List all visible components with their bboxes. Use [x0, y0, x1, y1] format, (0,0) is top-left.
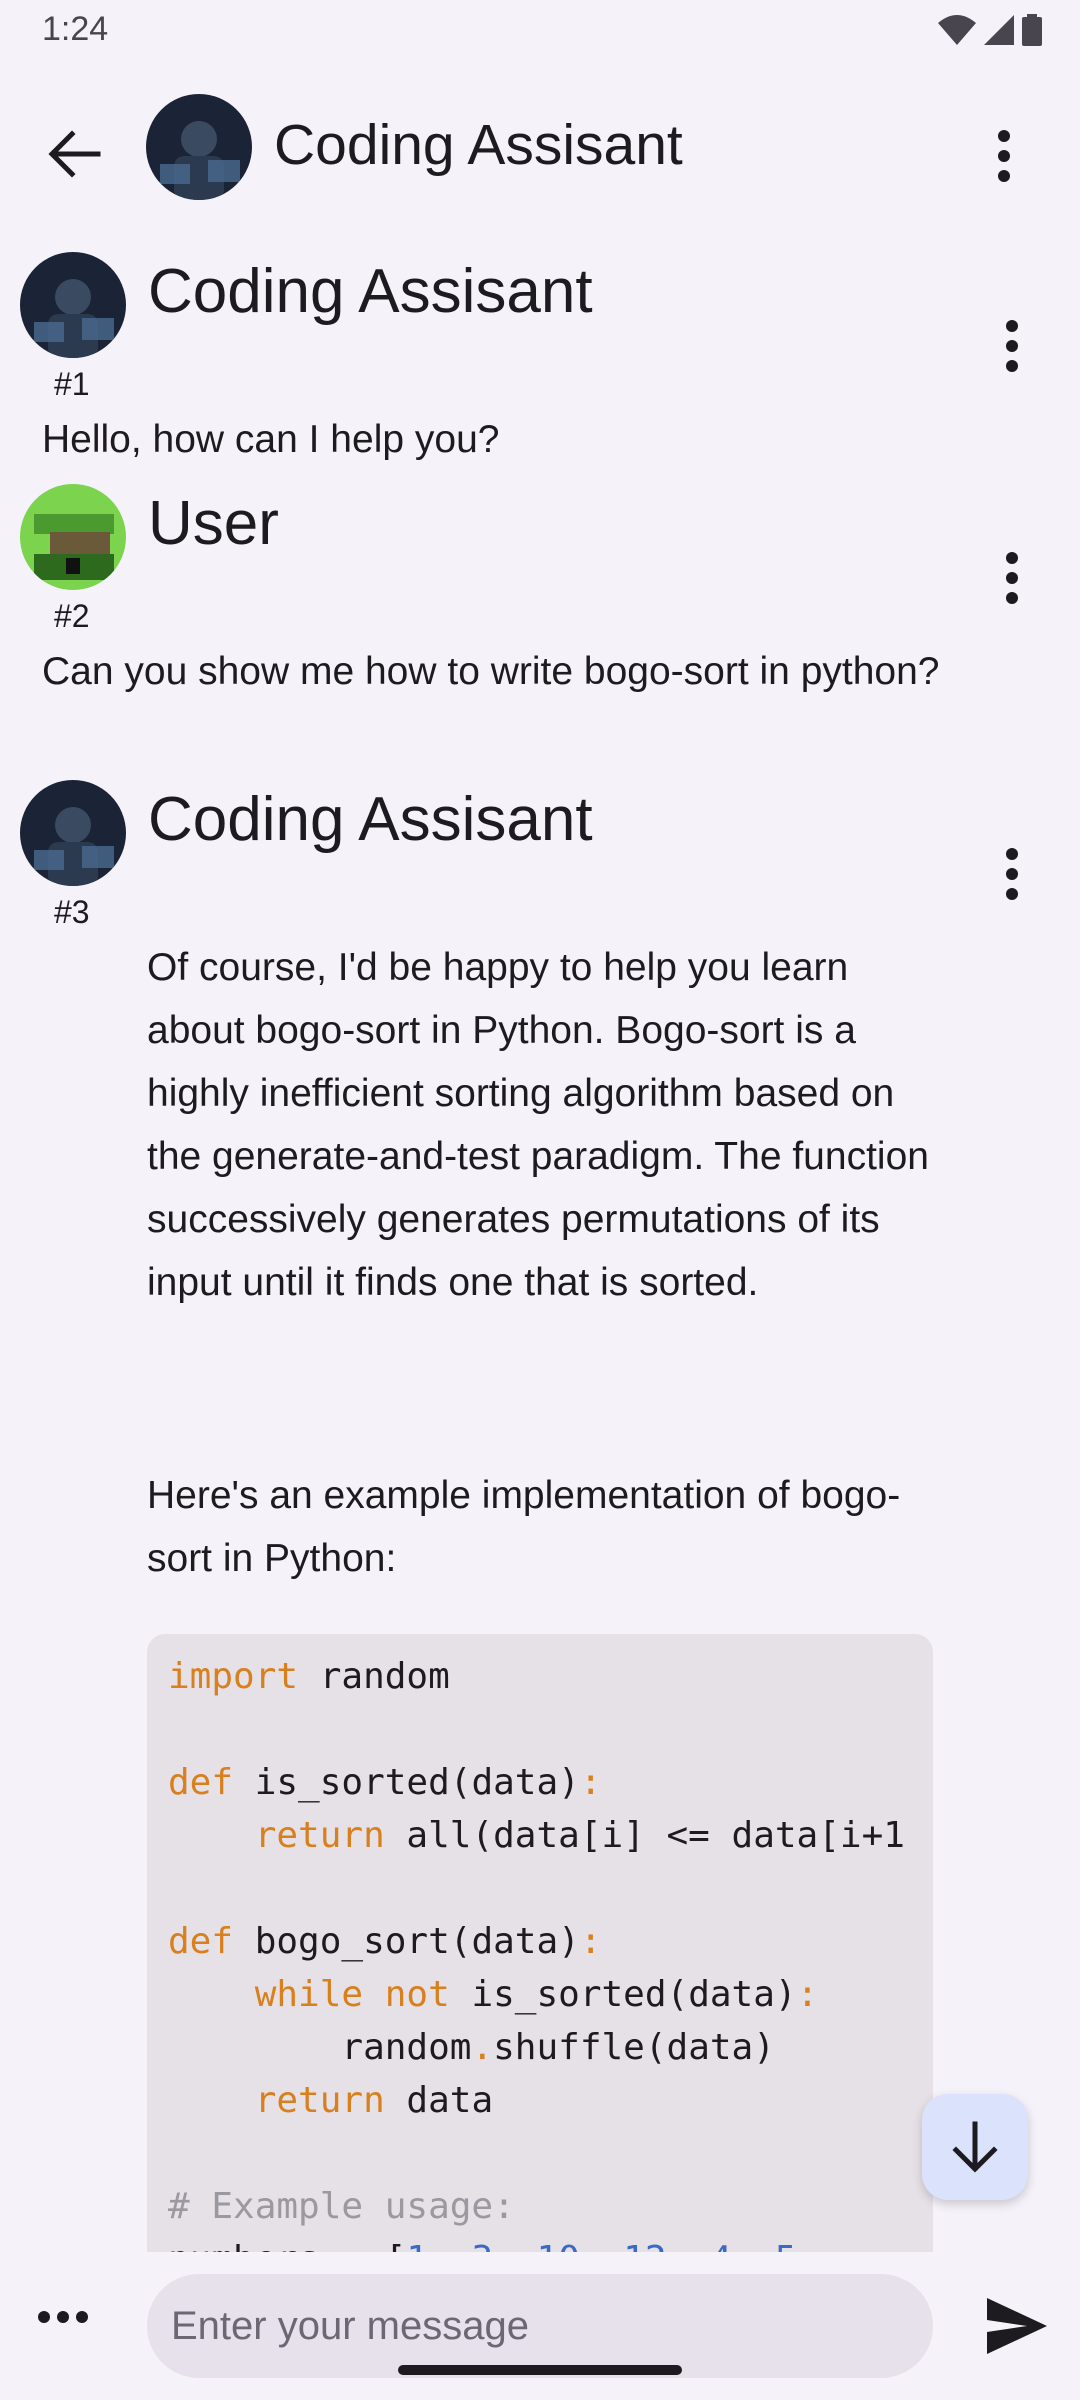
page-title: Coding Assisant [274, 113, 683, 177]
home-indicator[interactable] [398, 2365, 682, 2375]
message-number: #2 [54, 598, 90, 634]
status-bar: 1:24 [0, 0, 1080, 62]
message-text: Hello, how can I help you? [42, 418, 500, 461]
message-text: Can you show me how to write bogo-sort i… [42, 650, 940, 693]
signal-icon [984, 15, 1014, 45]
code-line: def is_sorted(data): [168, 1762, 602, 1803]
assistant-avatar[interactable] [146, 94, 252, 200]
code-line: import random [168, 1656, 450, 1697]
message-sender: User [148, 489, 279, 558]
code-line: # Example usage: [168, 2186, 515, 2227]
app-bar: Coding Assisant [0, 62, 1080, 230]
message-sender: Coding Assisant [148, 257, 593, 326]
code-block[interactable]: import random def is_sorted(data): retur… [147, 1634, 933, 2252]
message-number: #1 [54, 366, 90, 402]
wifi-icon [938, 15, 976, 45]
message-number: #3 [54, 894, 90, 930]
assistant-avatar[interactable] [20, 780, 126, 886]
back-arrow-icon[interactable] [40, 120, 108, 188]
code-line: return all(data[i] <= data[i+1 [254, 1815, 905, 1856]
user-avatar[interactable] [20, 484, 126, 590]
message-paragraph: Of course, I'd be happy to help you lear… [147, 946, 929, 1304]
scroll-down-button[interactable] [922, 2094, 1028, 2200]
code-line: while not is_sorted(data): [254, 1974, 819, 2015]
more-vert-icon[interactable] [976, 120, 1032, 192]
message-more-vert-icon[interactable] [984, 310, 1040, 382]
code-line: return data [254, 2080, 494, 2121]
more-horiz-icon[interactable] [30, 2292, 96, 2342]
code-line: numbers = [1, 3, 10, 12, 4, 5 [168, 2239, 797, 2252]
status-icons [938, 14, 1042, 46]
battery-icon [1022, 14, 1042, 46]
send-icon[interactable] [985, 2294, 1049, 2358]
message-more-vert-icon[interactable] [984, 838, 1040, 910]
status-time: 1:24 [42, 10, 109, 48]
code-line: def bogo_sort(data): [168, 1921, 602, 1962]
message-sender: Coding Assisant [148, 785, 593, 854]
arrow-down-icon [952, 2121, 998, 2173]
message-more-vert-icon[interactable] [984, 542, 1040, 614]
assistant-avatar[interactable] [20, 252, 126, 358]
message-list[interactable]: Coding Assisant #1 Hello, how can I help… [0, 230, 1080, 2252]
message-paragraph: Here's an example implementation of bogo… [147, 1474, 901, 1580]
code-line: random.shuffle(data) [168, 2027, 775, 2068]
message-input[interactable] [147, 2274, 933, 2378]
composer [0, 2252, 1080, 2400]
